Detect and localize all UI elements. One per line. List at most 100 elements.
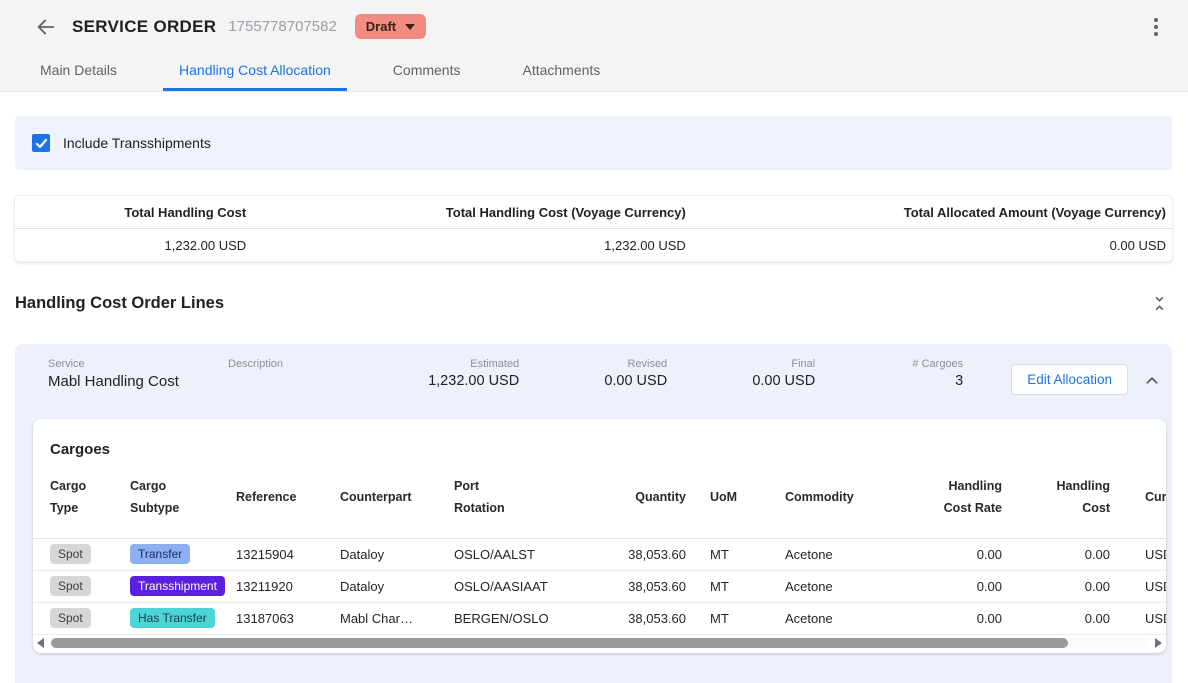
cargo-type-badge: Spot — [33, 602, 130, 634]
totals-card: Total Handling Cost Total Handling Cost … — [15, 196, 1172, 261]
cargo-type-badge: Spot — [33, 570, 130, 602]
cell-handling-cost: 0.00 — [1020, 602, 1132, 634]
cell-uom: MT — [690, 602, 770, 634]
include-transshipments-label: Include Transshipments — [63, 135, 211, 151]
service-label: Service — [48, 358, 228, 370]
chevron-up-icon[interactable] — [1140, 368, 1164, 392]
status-badge[interactable]: Draft — [355, 14, 426, 39]
title-row: SERVICE ORDER 1755778707582 Draft — [0, 0, 1188, 51]
cell-handling-cost: 0.00 — [1020, 538, 1132, 570]
cell-quantity: 38,053.60 — [572, 538, 690, 570]
back-button[interactable] — [34, 15, 58, 39]
total-handling-cost-value: 1,232.00 USD — [15, 229, 252, 261]
col-commodity: Commodity — [785, 487, 854, 509]
final-value: 0.00 USD — [667, 373, 815, 389]
col-handling-cost: Handling Cost — [1048, 476, 1110, 520]
cell-reference: 13215904 — [236, 538, 340, 570]
tab-comments[interactable]: Comments — [377, 51, 477, 91]
revised-value: 0.00 USD — [519, 373, 667, 389]
scroll-right-arrow-icon[interactable] — [1155, 638, 1162, 648]
cell-handling-cost-rate: 0.00 — [910, 602, 1020, 634]
total-handling-cost-header: Total Handling Cost — [15, 196, 252, 228]
include-transshipments-checkbox[interactable] — [32, 134, 50, 152]
cell-currency: USD — [1132, 538, 1166, 570]
arrow-left-icon — [35, 16, 57, 38]
caret-down-icon — [405, 24, 415, 30]
total-allocated-amount-value: 0.00 USD — [692, 229, 1172, 261]
description-label: Description — [228, 358, 371, 370]
tab-main-details[interactable]: Main Details — [24, 51, 133, 91]
tab-attachments[interactable]: Attachments — [506, 51, 616, 91]
total-handling-cost-voyage-header: Total Handling Cost (Voyage Currency) — [252, 196, 692, 228]
kebab-menu-icon[interactable] — [1150, 14, 1162, 40]
include-transshipments-row: Include Transshipments — [15, 116, 1172, 170]
scroll-left-arrow-icon[interactable] — [37, 638, 44, 648]
cell-port-rotation: BERGEN/OSLO — [454, 602, 572, 634]
cell-reference: 13187063 — [236, 602, 340, 634]
service-value: Mabl Handling Cost — [48, 373, 228, 390]
cargoes-card: Cargoes Cargo Type Cargo Subtype Referen… — [33, 419, 1166, 653]
cell-uom: MT — [690, 538, 770, 570]
col-port-rotation: Port Rotation — [454, 476, 516, 520]
cargo-subtype-badge: Has Transfer — [130, 608, 215, 628]
cell-commodity: Acetone — [770, 570, 910, 602]
cell-uom: MT — [690, 570, 770, 602]
cargo-subtype-badge: Transshipment — [130, 570, 236, 602]
table-row[interactable]: SpotTransshipment13211920DataloyOSLO/AAS… — [33, 570, 1166, 602]
col-uom: UoM — [710, 487, 737, 509]
tab-bar: Main Details Handling Cost Allocation Co… — [0, 51, 1188, 91]
cargo-subtype-badge: Has Transfer — [130, 602, 236, 634]
col-reference: Reference — [236, 487, 296, 509]
section-title: Handling Cost Order Lines — [15, 294, 224, 313]
page-title: SERVICE ORDER — [72, 17, 216, 37]
content: Include Transshipments Total Handling Co… — [0, 92, 1188, 683]
cargo-type-badge: Spot — [50, 576, 91, 596]
cell-port-rotation: OSLO/AALST — [454, 538, 572, 570]
table-row[interactable]: SpotTransfer13215904DataloyOSLO/AALST38,… — [33, 538, 1166, 570]
cell-currency: USD — [1132, 570, 1166, 602]
cargo-subtype-badge: Transfer — [130, 544, 190, 564]
revised-label: Revised — [519, 358, 667, 370]
cell-port-rotation: OSLO/AASIAAT — [454, 570, 572, 602]
order-number: 1755778707582 — [228, 18, 336, 35]
cargoes-table: Cargo Type Cargo Subtype Reference Count… — [33, 458, 1166, 635]
col-quantity: Quantity — [635, 487, 686, 509]
cell-handling-cost-rate: 0.00 — [910, 570, 1020, 602]
cargo-type-badge: Spot — [33, 538, 130, 570]
cell-commodity: Acetone — [770, 602, 910, 634]
cell-currency: USD — [1132, 602, 1166, 634]
unfold-less-icon[interactable] — [1147, 291, 1171, 315]
scrollbar-track[interactable] — [50, 638, 1149, 648]
section-header: Handling Cost Order Lines — [15, 291, 1172, 315]
cell-handling-cost: 0.00 — [1020, 570, 1132, 602]
final-label: Final — [667, 358, 815, 370]
estimated-value: 1,232.00 USD — [371, 373, 519, 389]
cargo-count-value: 3 — [815, 373, 963, 389]
table-header-row: Cargo Type Cargo Subtype Reference Count… — [33, 458, 1166, 538]
order-line-card: Service Mabl Handling Cost Description E… — [15, 344, 1172, 683]
cell-counterpart: Mabl Char… — [340, 602, 454, 634]
total-handling-cost-voyage-value: 1,232.00 USD — [252, 229, 692, 261]
page-header: SERVICE ORDER 1755778707582 Draft Main D… — [0, 0, 1188, 92]
estimated-label: Estimated — [371, 358, 519, 370]
cargo-subtype-badge: Transshipment — [130, 576, 225, 596]
cargoes-title: Cargoes — [33, 419, 1166, 458]
cargo-type-badge: Spot — [50, 608, 91, 628]
cell-commodity: Acetone — [770, 538, 910, 570]
checkmark-icon — [35, 137, 48, 150]
edit-allocation-button[interactable]: Edit Allocation — [1011, 364, 1128, 395]
horizontal-scrollbar[interactable] — [37, 636, 1162, 650]
cargo-type-badge: Spot — [50, 544, 91, 564]
col-cargo-type: Cargo Type — [50, 476, 98, 520]
cargo-subtype-badge: Transfer — [130, 538, 236, 570]
table-row[interactable]: Spot Has Transfer 13187063Mabl Char…BERGEN… — [33, 602, 1166, 634]
cell-quantity: 38,053.60 — [572, 570, 690, 602]
tab-handling-cost-allocation[interactable]: Handling Cost Allocation — [163, 51, 347, 91]
col-currency: Currency — [1145, 487, 1166, 509]
cell-counterpart: Dataloy — [340, 570, 454, 602]
order-line-summary: Service Mabl Handling Cost Description E… — [15, 344, 1172, 419]
col-counterpart: Counterpart — [340, 487, 412, 509]
cell-quantity: 38,053.60 — [572, 602, 690, 634]
cargo-count-label: # Cargoes — [815, 358, 963, 370]
scrollbar-thumb[interactable] — [51, 638, 1068, 648]
